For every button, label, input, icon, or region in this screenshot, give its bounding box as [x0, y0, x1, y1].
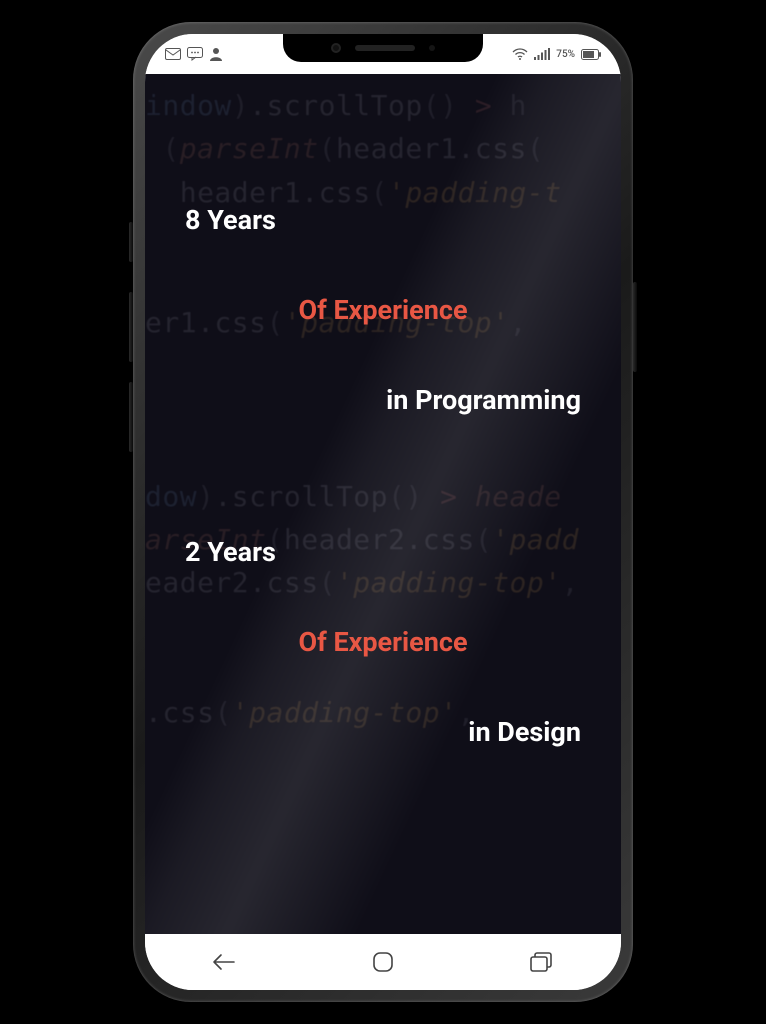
content-area[interactable]: indow).scrollTop() > h (parseInt(header1…: [145, 74, 621, 934]
battery-icon: [581, 49, 601, 60]
volume-down-button: [129, 382, 133, 452]
power-button: [633, 282, 637, 372]
battery-percent: 75%: [556, 49, 575, 60]
earpiece-speaker: [355, 45, 415, 51]
years-label: 8 Years: [185, 204, 581, 236]
experience-label: Of Experience: [185, 294, 581, 326]
status-right: 75%: [512, 48, 603, 60]
back-button[interactable]: [194, 946, 254, 978]
wifi-icon: [512, 48, 528, 60]
recent-apps-button[interactable]: [512, 946, 572, 978]
chat-icon: [187, 47, 203, 61]
home-square-icon: [371, 950, 395, 974]
mail-icon: [165, 48, 181, 60]
signal-icon: [534, 48, 550, 60]
back-arrow-icon: [211, 953, 237, 971]
volume-up-button: [129, 292, 133, 362]
experience-block-design: 2 Years Of Experience in Design: [185, 536, 581, 748]
notch: [283, 34, 483, 62]
phone-screen: 75% indow).scrollTop() > h (parseInt(hea…: [145, 34, 621, 990]
front-camera-icon: [331, 43, 341, 53]
field-label: in Design: [185, 716, 581, 748]
sensor-dot-icon: [429, 45, 435, 51]
experience-block-programming: 8 Years Of Experience in Programming: [185, 204, 581, 416]
experience-blocks: 8 Years Of Experience in Programming 2 Y…: [145, 74, 621, 908]
status-left: [163, 47, 223, 61]
phone-frame: 75% indow).scrollTop() > h (parseInt(hea…: [133, 22, 633, 1002]
mute-switch: [129, 222, 133, 262]
navigation-bar: [145, 934, 621, 990]
experience-label: Of Experience: [185, 626, 581, 658]
home-button[interactable]: [353, 946, 413, 978]
recent-apps-icon: [529, 951, 555, 973]
years-label: 2 Years: [185, 536, 581, 568]
field-label: in Programming: [185, 384, 581, 416]
person-icon: [209, 47, 223, 61]
